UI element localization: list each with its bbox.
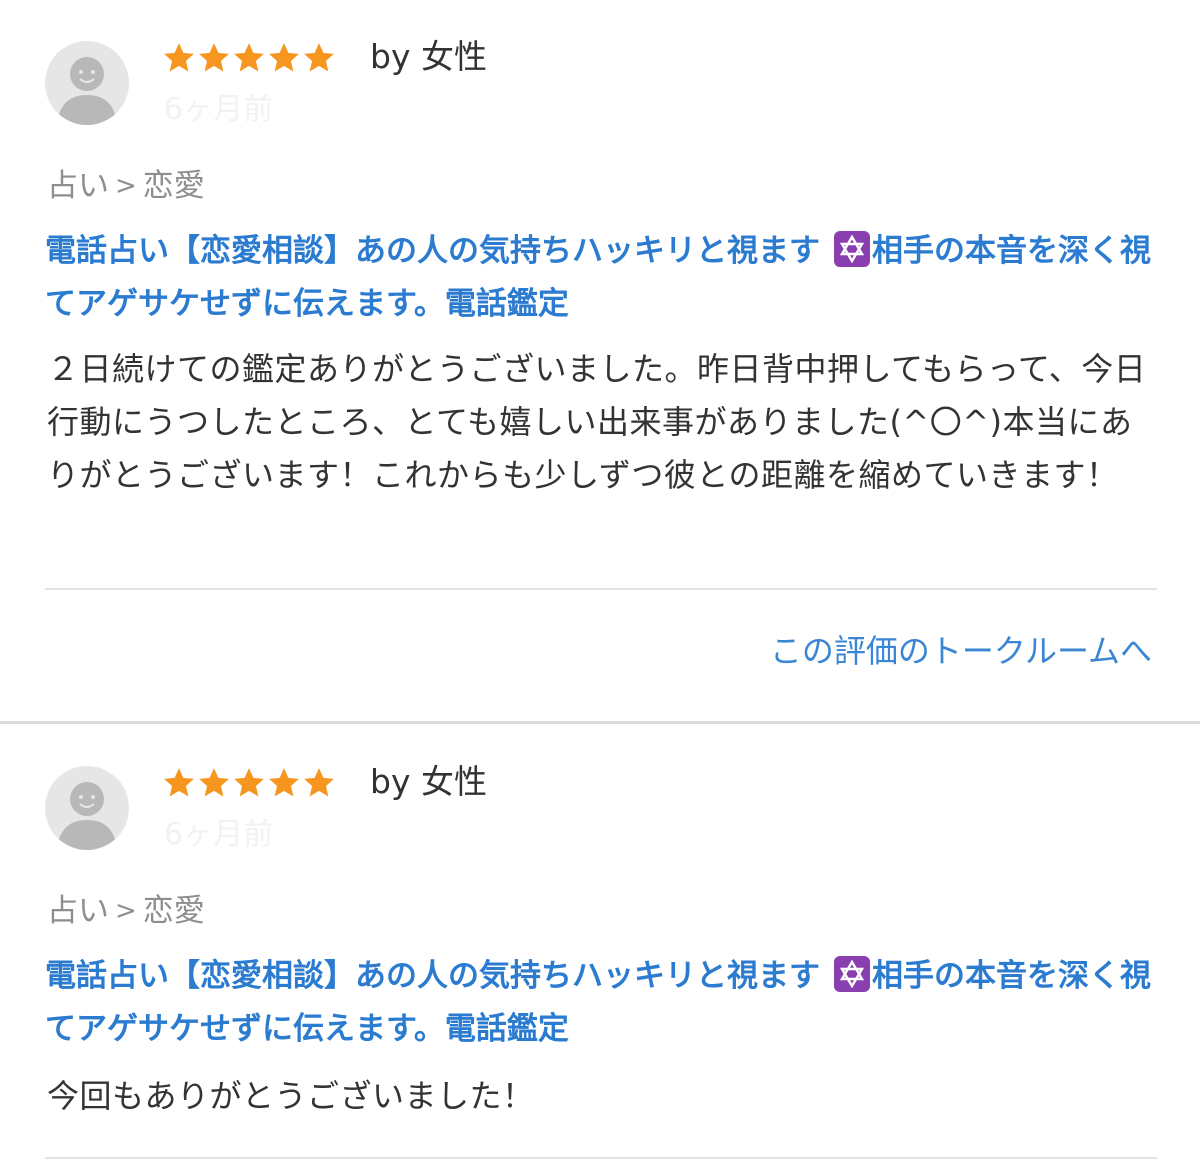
star-icon [304,768,334,797]
star-icon [164,768,194,797]
review-author: by 女性 [370,762,487,801]
star-icon [234,768,264,797]
six-pointed-star-icon [834,231,870,267]
user-avatar-icon[interactable] [45,766,129,850]
user-avatar-icon[interactable] [45,41,129,125]
category-breadcrumb: 占い > 恋愛 [47,890,205,934]
star-icon [234,43,264,72]
star-icon [199,768,229,797]
service-title-part1: 電話占い【恋愛相談】あの人の気持ちハッキリと視ます [45,958,820,994]
category-parent[interactable]: 占い [47,168,109,204]
review-item: by 女性 6ヶ月前 占い > 恋愛 電話占い【恋愛相談】あの人の気持ちハッキリと視… [0,0,1200,722]
review-time: 6ヶ月前 [164,817,274,852]
category-parent[interactable]: 占い [47,893,109,929]
review-body: ２日続けての鑑定ありがとうございました。昨日背中押してもらって、今日行動にうつし… [47,350,1147,494]
star-icon [304,43,334,72]
review-list: by 女性 6ヶ月前 占い > 恋愛 電話占い【恋愛相談】あの人の気持ちハッキリと視… [0,0,1200,1164]
service-title-link[interactable]: 電話占い【恋愛相談】あの人の気持ちハッキリと視ます 相手の本音を深く視てアゲサケせ… [45,950,1165,1056]
service-title-link[interactable]: 電話占い【恋愛相談】あの人の気持ちハッキリと視ます 相手の本音を深く視てアゲサケせ… [45,225,1165,331]
star-rating [162,765,336,803]
review-body: 今回もありがとうございました！ [47,1077,535,1115]
six-pointed-star-icon [834,956,870,992]
talkroom-link[interactable]: この評価のトークルームへ [770,628,1152,674]
service-title-part1: 電話占い【恋愛相談】あの人の気持ちハッキリと視ます [45,233,820,269]
category-child[interactable]: 恋愛 [143,893,205,929]
category-child[interactable]: 恋愛 [143,168,205,204]
divider [45,588,1157,590]
star-rating [162,40,336,78]
star-icon [199,43,229,72]
category-breadcrumb: 占い > 恋愛 [47,165,205,209]
review-time: 6ヶ月前 [164,92,274,127]
review-author: by 女性 [370,37,487,76]
divider [45,1157,1157,1159]
review-separator [0,721,1200,724]
breadcrumb-separator: > [115,171,137,201]
star-icon [269,43,299,72]
star-icon [164,43,194,72]
star-icon [269,768,299,797]
review-item: by 女性 6ヶ月前 占い > 恋愛 電話占い【恋愛相談】あの人の気持ちハッキリと視… [0,725,1200,1164]
breadcrumb-separator: > [115,896,137,926]
